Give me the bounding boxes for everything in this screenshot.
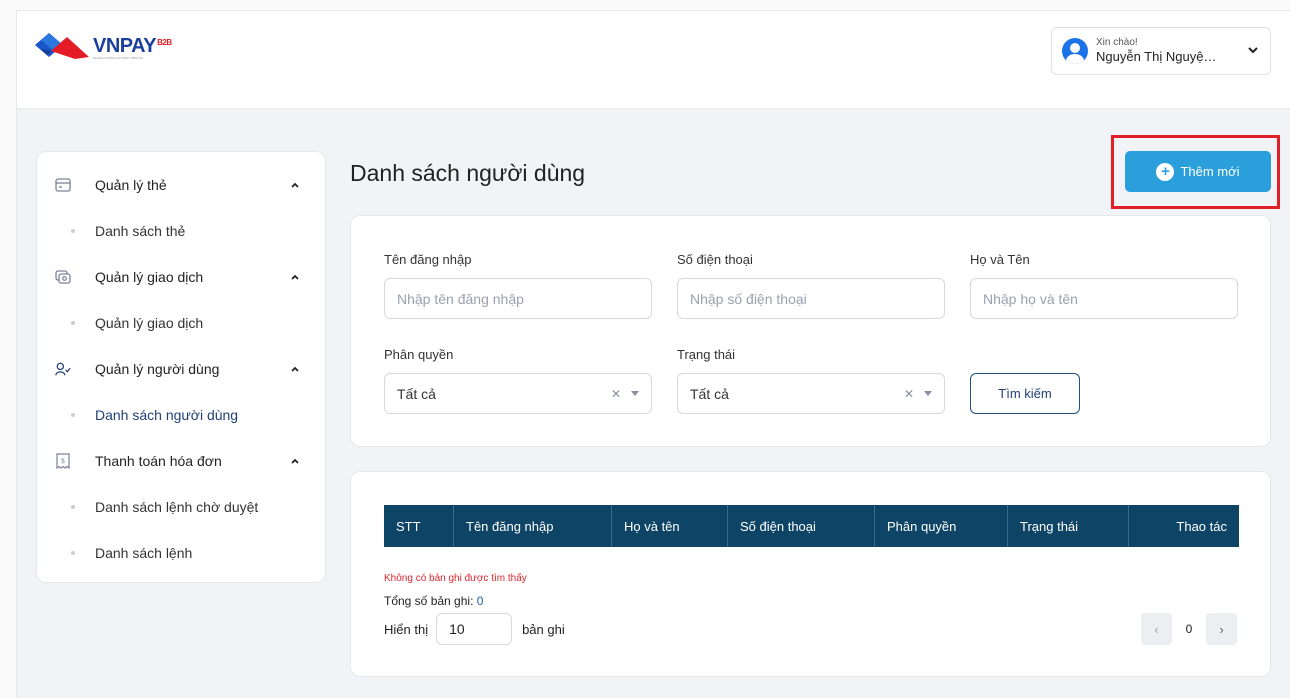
column-header: Số điện thoại xyxy=(728,505,875,547)
sidebar-group-users[interactable]: Quản lý người dùng xyxy=(37,346,327,392)
bullet-icon xyxy=(71,505,75,509)
caret-down-icon[interactable] xyxy=(631,391,639,396)
search-button[interactable]: Tìm kiếm xyxy=(970,373,1080,414)
sidebar-group-bill[interactable]: $ Thanh toán hóa đơn xyxy=(37,438,327,484)
status-label: Trạng thái xyxy=(677,347,736,362)
sidebar-item-label: Danh sách người dùng xyxy=(95,407,239,423)
chevron-up-icon[interactable] xyxy=(291,272,299,283)
records-label: bản ghi xyxy=(522,621,565,637)
chevron-down-icon[interactable] xyxy=(1248,45,1258,57)
username-label: Tên đăng nhập xyxy=(384,252,472,267)
total-label: Tổng số bản ghi: xyxy=(384,594,474,608)
fullname-input[interactable] xyxy=(970,278,1238,319)
svg-text:$: $ xyxy=(61,457,65,465)
empty-message: Không có bản ghi được tìm thấy xyxy=(384,573,527,584)
status-select[interactable]: Tất cả ✕ xyxy=(677,373,945,414)
column-header: Trạng thái xyxy=(1008,505,1129,547)
column-header: STT xyxy=(384,505,454,547)
page-title: Danh sách người dùng xyxy=(350,160,586,186)
table-header: STT Tên đăng nhập Họ và tên Số điện thoạ… xyxy=(384,505,1239,547)
column-header: Thao tác xyxy=(1176,518,1227,534)
sidebar-item-label: Danh sách lệnh chờ duyệt xyxy=(95,499,259,515)
column-header: Phân quyền xyxy=(875,505,1008,547)
status-select-value: Tất cả xyxy=(690,385,729,402)
add-button-label: Thêm mới xyxy=(1180,164,1240,179)
avatar-icon xyxy=(1062,38,1088,64)
sidebar: Quản lý thẻ Danh sách thẻ Quản lý giao d… xyxy=(36,151,326,583)
chevron-up-icon[interactable] xyxy=(291,364,299,375)
pagination: ‹ 0 › xyxy=(1141,613,1237,645)
sidebar-group-transaction[interactable]: Quản lý giao dịch xyxy=(37,254,327,300)
chevron-up-icon[interactable] xyxy=(291,456,299,467)
sidebar-item-label: Danh sách thẻ xyxy=(95,223,186,239)
prev-page-icon[interactable]: ‹ xyxy=(1141,613,1172,645)
logo-text: VNPAYB2B xyxy=(93,35,172,57)
logo-superscript: B2B xyxy=(157,38,172,47)
sidebar-item-pending-orders[interactable]: Danh sách lệnh chờ duyệt xyxy=(37,484,327,530)
user-info: Xin chào! Nguyễn Thị Nguyệ… xyxy=(1096,37,1240,65)
role-select-value: Tất cả xyxy=(397,385,436,402)
top-header: VNPAYB2B NHANH CHÓNG AN TOÀN TIỆN LỢI Xi… xyxy=(17,11,1290,109)
sidebar-item-label: Danh sách lệnh xyxy=(95,545,193,561)
sidebar-group-label: Quản lý thẻ xyxy=(95,177,167,193)
phone-input[interactable] xyxy=(677,278,945,319)
role-select[interactable]: Tất cả ✕ xyxy=(384,373,652,414)
next-page-icon[interactable]: › xyxy=(1206,613,1237,645)
total-value: 0 xyxy=(476,594,484,608)
clear-icon[interactable]: ✕ xyxy=(611,387,621,401)
bill-icon: $ xyxy=(55,453,71,469)
page-size-input[interactable]: 10 xyxy=(436,613,513,645)
clear-icon[interactable]: ✕ xyxy=(904,387,914,401)
show-label: Hiển thị xyxy=(384,621,429,637)
sidebar-group-label: Quản lý người dùng xyxy=(95,361,220,377)
vnpay-logo[interactable]: VNPAYB2B NHANH CHÓNG AN TOÀN TIỆN LỢI xyxy=(33,31,172,61)
bullet-icon xyxy=(71,229,75,233)
sidebar-item-orders[interactable]: Danh sách lệnh xyxy=(37,530,327,576)
app-window: VNPAYB2B NHANH CHÓNG AN TOÀN TIỆN LỢI Xi… xyxy=(16,10,1290,698)
bullet-icon xyxy=(71,551,75,555)
total-records: Tổng số bản ghi: 0 xyxy=(384,594,483,608)
add-new-button[interactable]: + Thêm mới xyxy=(1125,151,1271,192)
sidebar-item-label: Quản lý giao dịch xyxy=(95,315,204,331)
sidebar-group-label: Quản lý giao dịch xyxy=(95,269,204,285)
sidebar-group-label: Thanh toán hóa đơn xyxy=(95,453,222,469)
filter-panel: Tên đăng nhập Số điện thoại Họ và Tên Ph… xyxy=(350,215,1271,447)
transaction-icon xyxy=(55,269,71,285)
greeting-text: Xin chào! xyxy=(1096,37,1138,48)
column-header: Họ và tên xyxy=(612,505,728,547)
logo-mark-icon xyxy=(33,31,91,61)
fullname-label: Họ và Tên xyxy=(970,252,1030,267)
card-icon xyxy=(55,177,71,193)
chevron-up-icon[interactable] xyxy=(291,180,299,191)
sidebar-item-card-list[interactable]: Danh sách thẻ xyxy=(37,208,327,254)
phone-label: Số điện thoại xyxy=(677,252,753,267)
plus-circle-icon: + xyxy=(1156,162,1175,181)
user-menu[interactable]: Xin chào! Nguyễn Thị Nguyệ… xyxy=(1051,27,1271,75)
user-manage-icon xyxy=(55,361,71,377)
caret-down-icon[interactable] xyxy=(924,391,932,396)
page-size-row: Hiển thị 10 bản ghi xyxy=(384,613,565,645)
user-name: Nguyễn Thị Nguyệ… xyxy=(1096,49,1217,64)
bullet-icon xyxy=(71,413,75,417)
role-label: Phân quyền xyxy=(384,347,454,362)
logo-tagline: NHANH CHÓNG AN TOÀN TIỆN LỢI xyxy=(93,56,144,60)
column-header: Tên đăng nhập xyxy=(454,505,612,547)
bullet-icon xyxy=(71,321,75,325)
sidebar-item-transaction[interactable]: Quản lý giao dịch xyxy=(37,300,327,346)
current-page[interactable]: 0 xyxy=(1172,622,1206,636)
user-table-panel: STT Tên đăng nhập Họ và tên Số điện thoạ… xyxy=(350,471,1271,677)
username-input[interactable] xyxy=(384,278,652,319)
sidebar-group-card[interactable]: Quản lý thẻ xyxy=(37,162,327,208)
sidebar-item-user-list[interactable]: Danh sách người dùng xyxy=(37,392,327,438)
